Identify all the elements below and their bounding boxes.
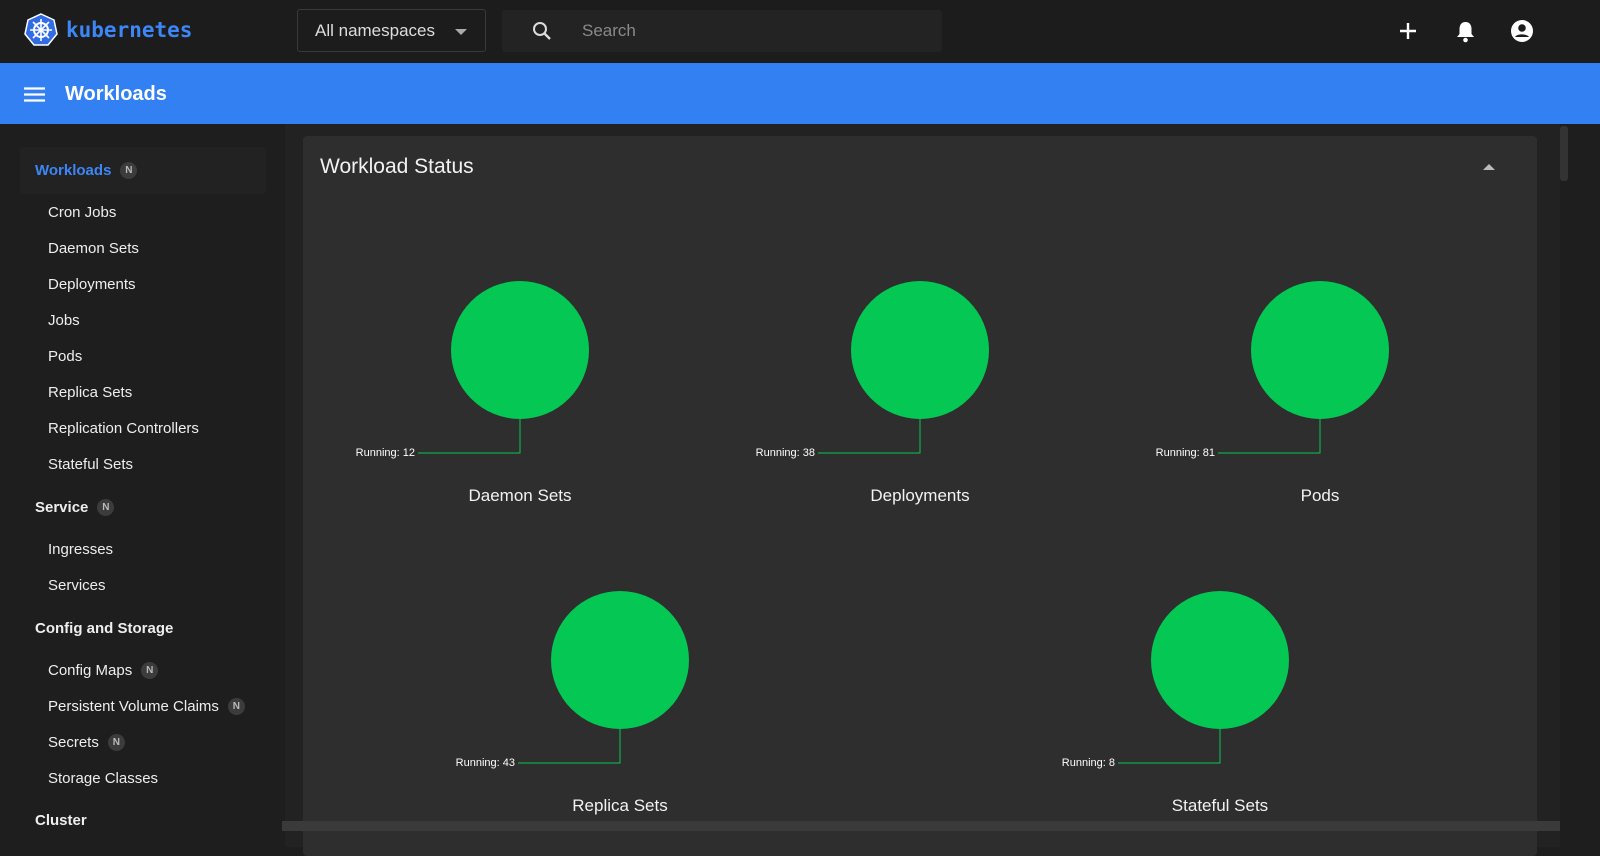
logo-text: kubernetes: [66, 18, 193, 42]
toolbar-title: Workloads: [65, 83, 167, 105]
sidebar-nav: Workloads N Cron Jobs Daemon Sets Deploym…: [0, 124, 285, 847]
chart-title[interactable]: Replica Sets: [420, 796, 820, 816]
pie-chart-daemon-sets: Running: 12 Daemon Sets: [320, 198, 720, 518]
sidebar-item-pvcs[interactable]: Persistent Volume Claims N: [48, 698, 245, 715]
sidebar-item-config-maps[interactable]: Config Maps N: [48, 662, 159, 679]
sidebar-section-workloads[interactable]: Workloads N: [35, 162, 138, 179]
label-leader-line: [1218, 419, 1321, 454]
plus-icon[interactable]: [1399, 22, 1417, 40]
sidebar-item-label: Service: [35, 499, 89, 516]
slice-label: Running: 38: [755, 447, 815, 459]
kubernetes-logo[interactable]: kubernetes: [24, 13, 192, 47]
slice-label: Running: 81: [1155, 447, 1215, 459]
main-content: Workload Status Running: 12 Daemon Sets Ru…: [285, 124, 1560, 856]
label-leader-line: [818, 419, 921, 454]
chevron-down-icon: [455, 29, 467, 35]
pie-chart-pods: Running: 81 Pods: [1120, 198, 1520, 518]
sidebar-item-jobs[interactable]: Jobs: [48, 312, 80, 329]
namespaced-badge: N: [97, 499, 115, 516]
sidebar-item-pods[interactable]: Pods: [48, 348, 82, 365]
namespaced-badge: N: [107, 734, 125, 751]
card-title: Workload Status: [320, 155, 474, 178]
pie-slice-running[interactable]: [1251, 281, 1389, 419]
chart-title[interactable]: Deployments: [720, 486, 1120, 506]
menu-icon[interactable]: [24, 87, 45, 102]
top-bar: kubernetes All namespaces: [0, 0, 1600, 63]
label-leader-line: [518, 729, 621, 764]
kubernetes-helm-icon: [24, 13, 58, 46]
sidebar-item-ingresses[interactable]: Ingresses: [48, 541, 113, 558]
pie-slice-running[interactable]: [851, 281, 989, 419]
chart-title[interactable]: Stateful Sets: [1020, 796, 1420, 816]
toolbar: Workloads: [0, 63, 1600, 124]
namespaced-badge: N: [141, 662, 159, 679]
sidebar-item-replication-controllers[interactable]: Replication Controllers: [48, 420, 199, 437]
sidebar-item-label: Secrets: [48, 734, 99, 751]
pie-chart-stateful-sets: Running: 8 Stateful Sets: [1020, 508, 1420, 828]
search-icon: [533, 22, 551, 40]
workload-status-card: Workload Status Running: 12 Daemon Sets Ru…: [303, 136, 1537, 856]
sidebar-item-cron-jobs[interactable]: Cron Jobs: [48, 204, 116, 221]
label-leader-line: [1118, 729, 1221, 764]
sidebar-item-storage-classes[interactable]: Storage Classes: [48, 770, 158, 787]
sidebar-section-config-storage[interactable]: Config and Storage: [35, 620, 173, 637]
chart-title[interactable]: Pods: [1120, 486, 1520, 506]
sidebar-section-cluster[interactable]: Cluster: [35, 812, 87, 829]
scrollbar-thumb[interactable]: [1560, 126, 1568, 181]
sidebar-item-replica-sets[interactable]: Replica Sets: [48, 384, 132, 401]
slice-label: Running: 12: [355, 447, 415, 459]
chart-title[interactable]: Daemon Sets: [320, 486, 720, 506]
search-box: [502, 10, 942, 52]
bell-icon[interactable]: [1455, 20, 1476, 43]
slice-label: Running: 8: [1061, 757, 1115, 769]
namespace-value: All namespaces: [315, 20, 436, 40]
pie-slice-running[interactable]: [451, 281, 589, 419]
pie-slice-running[interactable]: [551, 591, 689, 729]
search-input[interactable]: [582, 10, 922, 52]
vertical-scrollbar[interactable]: [1560, 124, 1600, 847]
namespaced-badge: N: [227, 698, 245, 715]
pie-chart-deployments: Running: 38 Deployments: [720, 198, 1120, 518]
pie-chart-replica-sets: Running: 43 Replica Sets: [420, 508, 820, 828]
namespace-selector[interactable]: All namespaces: [297, 9, 486, 52]
account-circle-icon[interactable]: [1510, 19, 1534, 43]
sidebar-item-secrets[interactable]: Secrets N: [48, 734, 125, 751]
sidebar-item-stateful-sets[interactable]: Stateful Sets: [48, 456, 133, 473]
sidebar-item-label: Persistent Volume Claims: [48, 698, 219, 715]
namespaced-badge: N: [120, 162, 138, 179]
sidebar-item-label: Config Maps: [48, 662, 133, 679]
label-leader-line: [418, 419, 521, 454]
collapse-icon[interactable]: [1483, 164, 1495, 170]
sidebar-item-label: Workloads: [35, 162, 112, 179]
sidebar-item-deployments[interactable]: Deployments: [48, 276, 136, 293]
sidebar-item-daemon-sets[interactable]: Daemon Sets: [48, 240, 139, 257]
pie-slice-running[interactable]: [1151, 591, 1289, 729]
horizontal-scrollbar[interactable]: [282, 821, 1560, 831]
sidebar-item-services[interactable]: Services: [48, 577, 106, 594]
sidebar-section-service[interactable]: Service N: [35, 499, 115, 516]
slice-label: Running: 43: [455, 757, 515, 769]
